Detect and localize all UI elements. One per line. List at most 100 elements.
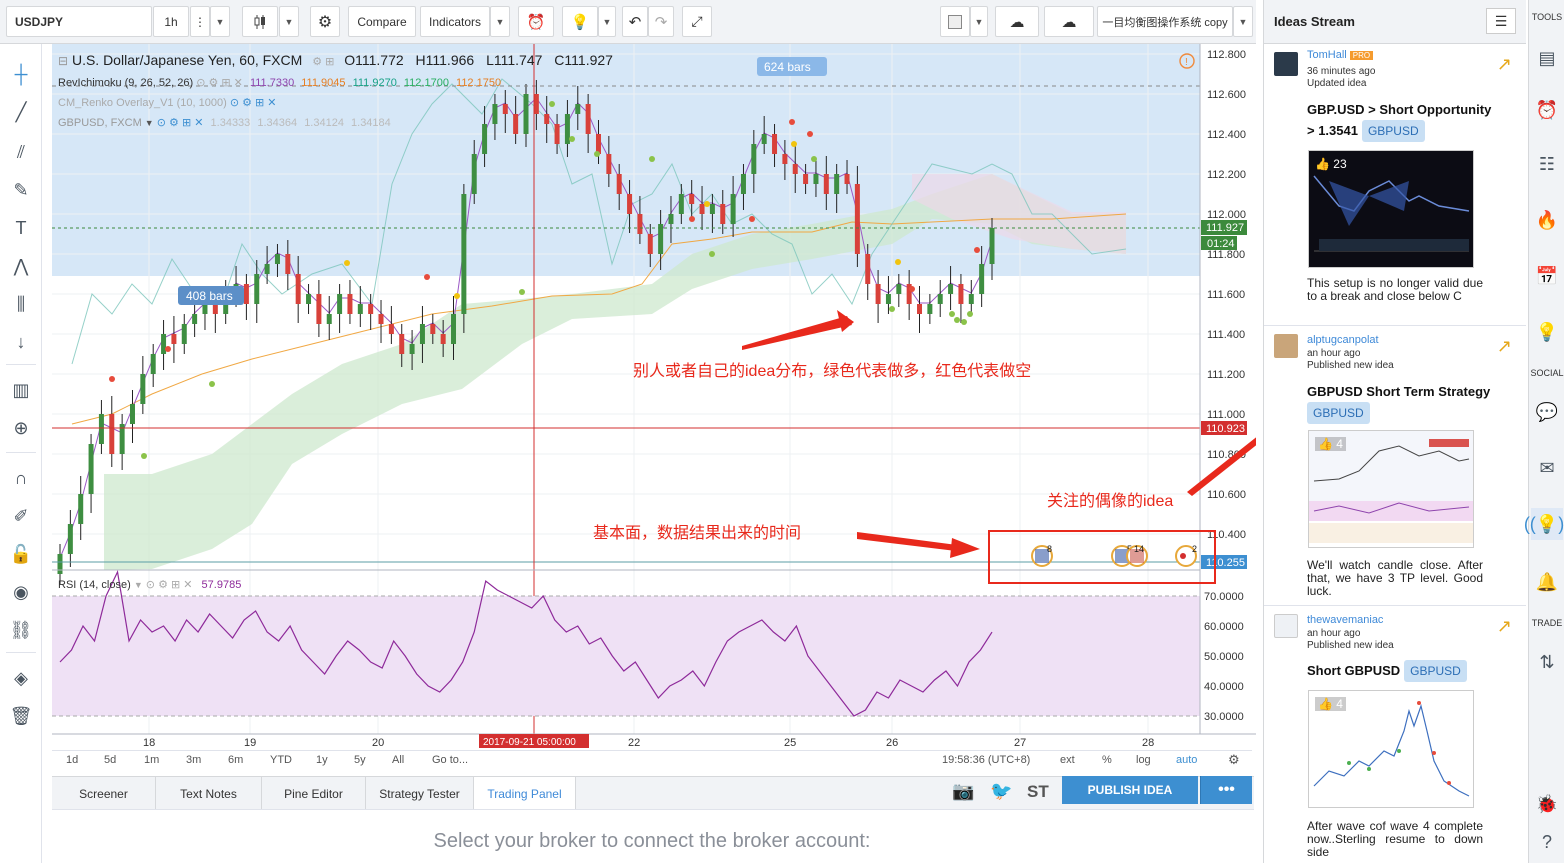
trade-icon[interactable]: ⇅ [1531, 646, 1563, 678]
tab-text-notes[interactable]: Text Notes [156, 777, 262, 810]
rsi-controls-icon[interactable]: ⊙ ⚙ ⊞ ✕ [146, 579, 193, 591]
text-tool-icon[interactable]: T [4, 212, 38, 244]
rsi-legend[interactable]: RSI (14, close) ▼ ⊙ ⚙ ⊞ ✕ 57.9785 [58, 578, 241, 591]
fullscreen-icon[interactable]: ⤢ [682, 6, 712, 37]
prediction-icon[interactable]: ⫼ [4, 288, 38, 320]
goto-date[interactable]: Go to... [432, 754, 468, 766]
more-intervals-icon[interactable]: ⋮ [190, 6, 210, 37]
publish-more-button[interactable]: ••• [1200, 776, 1252, 804]
range-1m[interactable]: 1m [144, 754, 159, 766]
range-all[interactable]: All [392, 754, 404, 766]
eye-icon[interactable]: ◉ [4, 576, 38, 608]
symbol-tag[interactable]: GBPUSD [1361, 120, 1425, 142]
tab-strategy-tester[interactable]: Strategy Tester [366, 777, 474, 810]
gear-icon[interactable]: ⚙ [1228, 752, 1240, 768]
watchlist-icon[interactable]: ▤ [1531, 42, 1563, 74]
bug-icon[interactable]: 🐞 [1531, 788, 1563, 820]
zoom-icon[interactable]: ⊕ [4, 412, 38, 444]
range-5d[interactable]: 5d [104, 754, 116, 766]
gbpusd-controls-icon[interactable]: ⊙ ⚙ ⊞ ✕ [157, 117, 204, 129]
ideas-icon[interactable]: 💡 [1531, 316, 1563, 348]
idea-title[interactable]: GBPUSD Short Term Strategy GBPUSD [1307, 382, 1507, 424]
idea-user[interactable]: TomHall PRO [1307, 49, 1374, 61]
menu-icon[interactable]: ☰ [1486, 8, 1516, 34]
renko-legend[interactable]: CM_Renko Overlay_V1 (10, 1000) ⊙ ⚙ ⊞ ✕ [58, 96, 277, 109]
candles-style-icon[interactable] [242, 6, 278, 37]
idea-title[interactable]: Short GBPUSD GBPUSD [1307, 660, 1507, 682]
tab-screener[interactable]: Screener [52, 777, 156, 810]
percent-toggle[interactable]: % [1102, 754, 1112, 766]
layout-name-button[interactable]: 一目均衡图操作系统 copy [1097, 6, 1233, 37]
idea-thumbnail[interactable]: 👍 4 [1308, 430, 1474, 548]
symbol-tag[interactable]: GBPUSD [1404, 660, 1467, 682]
ichimoku-legend[interactable]: RevIchimoku (9, 26, 52, 26) ⊙ ⚙ ⊞ ✕ 111.… [58, 76, 501, 89]
range-3m[interactable]: 3m [186, 754, 201, 766]
symbol-tag[interactable]: GBPUSD [1307, 402, 1370, 424]
interval-selector[interactable]: 1h [153, 6, 189, 37]
indicators-button[interactable]: Indicators [420, 6, 490, 37]
redo-icon[interactable]: ↷ [648, 6, 674, 37]
tab-trading-panel[interactable]: Trading Panel [474, 777, 576, 810]
twitter-icon[interactable]: 🐦 [990, 781, 1012, 802]
idea-user[interactable]: thewavemaniac [1307, 614, 1383, 626]
range-6m[interactable]: 6m [228, 754, 243, 766]
indicators-dropdown-icon[interactable]: ▼ [490, 6, 510, 37]
swatch-dropdown-icon[interactable]: ▼ [970, 6, 988, 37]
symbol-search[interactable]: USDJPY [6, 6, 152, 37]
price-chart[interactable]: 112.800 112.600 112.400 112.200 112.000 … [52, 44, 1327, 754]
chart-style-dropdown-icon[interactable]: ▼ [279, 6, 299, 37]
collapse-icon[interactable]: ⊟ [58, 54, 68, 68]
stay-drawing-icon[interactable]: ✐ [4, 500, 38, 532]
log-toggle[interactable]: log [1136, 754, 1151, 766]
range-ytd[interactable]: YTD [270, 754, 292, 766]
chat-icon[interactable]: 💬 [1531, 396, 1563, 428]
help-icon[interactable]: ? [1531, 826, 1563, 858]
avatar[interactable] [1274, 52, 1298, 76]
brush-icon[interactable]: ✎ [4, 174, 38, 206]
arrow-down-icon[interactable]: ↓ [4, 326, 38, 358]
ext-toggle[interactable]: ext [1060, 754, 1075, 766]
avatar[interactable] [1274, 614, 1298, 638]
legend-settings-icon[interactable]: ⚙ ⊞ [312, 56, 334, 68]
chart-canvas[interactable]: 112.800 112.600 112.400 112.200 112.000 … [52, 44, 1327, 754]
indicator-controls-icon[interactable]: ⊙ ⚙ ⊞ ✕ [196, 77, 243, 89]
undo-icon[interactable]: ↶ [622, 6, 648, 37]
idea-card[interactable]: TomHall PRO 36 minutes ago Updated idea … [1264, 44, 1526, 326]
avatar[interactable] [1274, 334, 1298, 358]
interval-dropdown-icon[interactable]: ▼ [210, 6, 230, 37]
alert-clock-icon[interactable]: ⏰ [518, 6, 554, 37]
trend-line-icon[interactable]: ╱ [4, 96, 38, 128]
idea-card[interactable]: alptugcanpolat an hour ago Published new… [1264, 326, 1526, 606]
clock[interactable]: 19:58:36 (UTC+8) [942, 754, 1030, 766]
thumb-up-icon[interactable]: 👍 [1318, 437, 1333, 451]
ideas-stream-icon[interactable]: ((💡)) [1524, 508, 1564, 540]
notifications-icon[interactable]: 🔔 [1531, 566, 1563, 598]
stocktwits-icon[interactable]: ST [1027, 782, 1049, 802]
idea-user[interactable]: alptugcanpolat [1307, 334, 1379, 346]
lightbulb-icon[interactable]: 💡 [562, 6, 598, 37]
trash-icon[interactable]: 🗑 [4, 700, 38, 732]
ideas-dropdown-icon[interactable]: ▼ [598, 6, 616, 37]
compare-button[interactable]: Compare [348, 6, 416, 37]
time-axis[interactable]: 18 19 20 22 25 26 27 28 [143, 737, 1154, 749]
range-1y[interactable]: 1y [316, 754, 328, 766]
pattern-icon[interactable]: ⋀ [4, 250, 38, 282]
hotlist-icon[interactable]: 🔥 [1531, 204, 1563, 236]
link-icon[interactable]: ⛓ [4, 614, 38, 646]
magnet-icon[interactable]: ∩ [4, 462, 38, 494]
auto-toggle[interactable]: auto [1176, 754, 1197, 766]
gear-icon[interactable]: ⚙ [310, 6, 340, 37]
lock-icon[interactable]: 🔓 [4, 538, 38, 570]
camera-icon[interactable]: 📷 [952, 781, 974, 802]
calendar-icon[interactable]: 📅 [1531, 260, 1563, 292]
range-1d[interactable]: 1d [66, 754, 78, 766]
private-chat-icon[interactable]: ✉ [1531, 452, 1563, 484]
layers-icon[interactable]: ◈ [4, 662, 38, 694]
layout-dropdown-icon[interactable]: ▼ [1233, 6, 1253, 37]
renko-controls-icon[interactable]: ⊙ ⚙ ⊞ ✕ [230, 97, 277, 109]
color-swatch-icon[interactable] [940, 6, 970, 37]
cloud-download-icon[interactable]: ☁ [995, 6, 1039, 37]
idea-card[interactable]: thewavemaniac an hour ago Published new … [1264, 606, 1526, 863]
pitchfork-icon[interactable]: ⫽ [4, 136, 38, 168]
idea-thumbnail[interactable]: 👍 23 [1308, 150, 1474, 268]
